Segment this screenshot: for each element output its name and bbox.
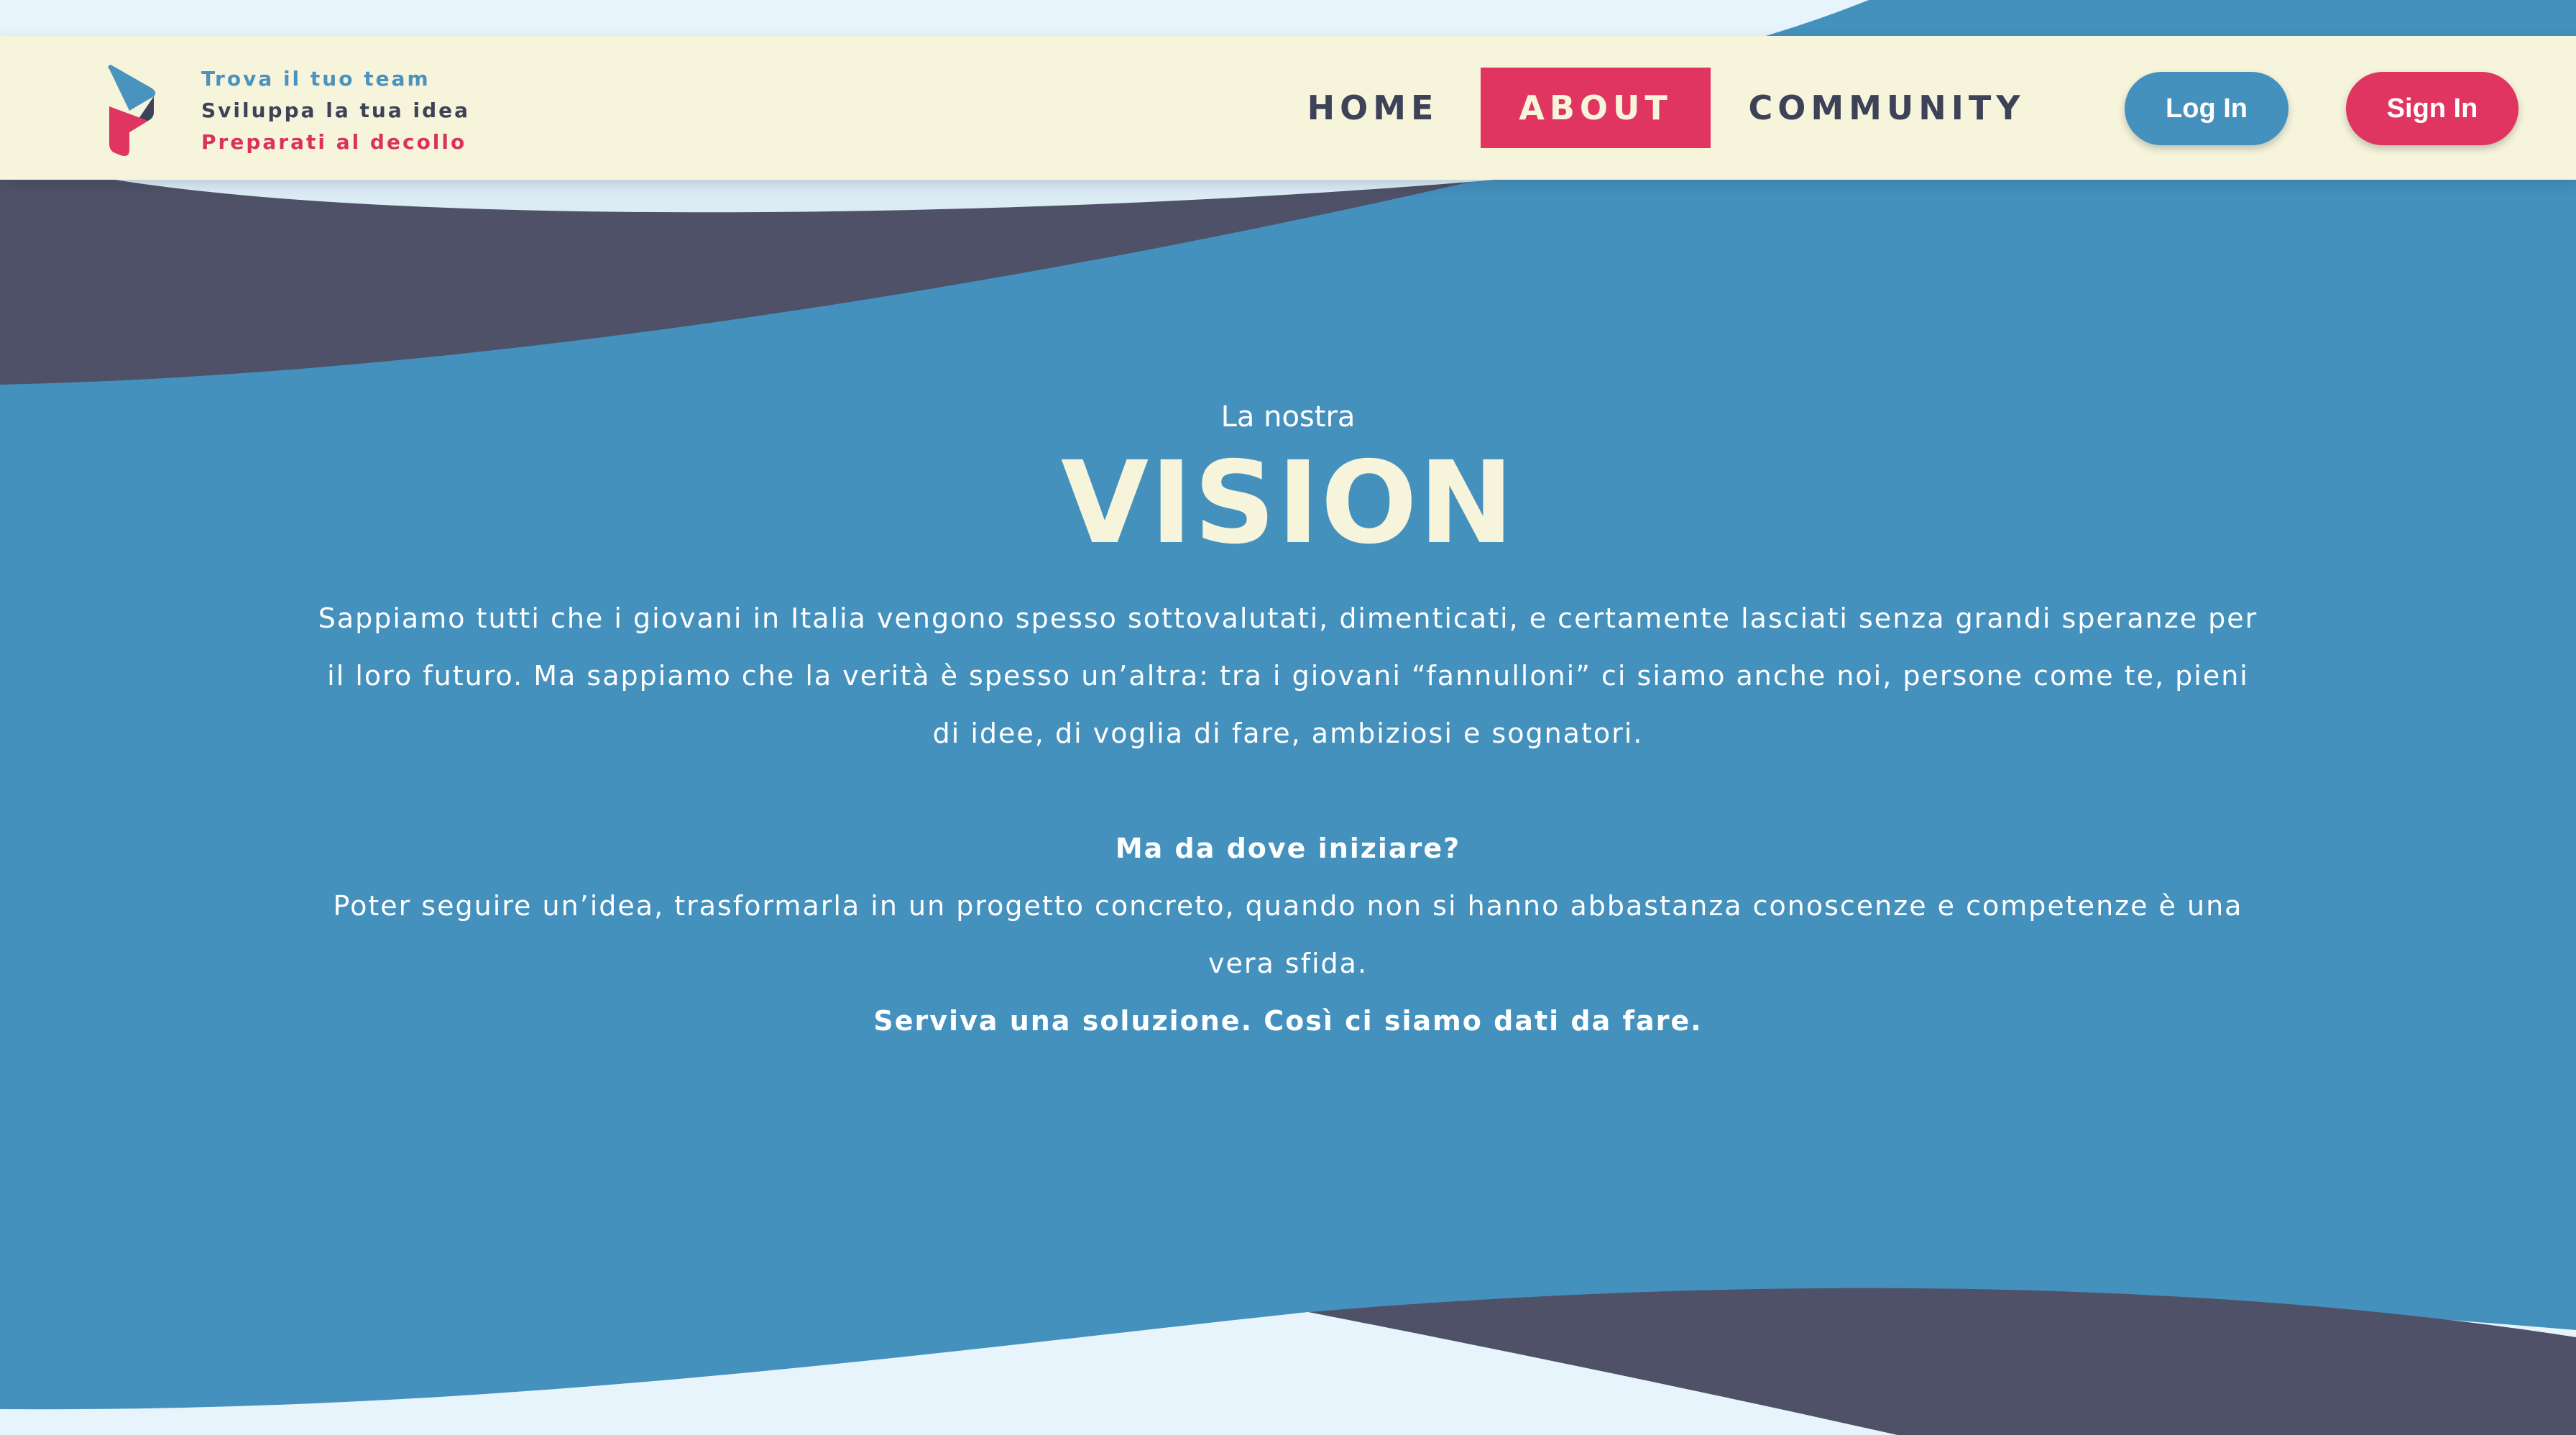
- vision-title: VISION: [1060, 437, 1516, 569]
- top-navbar: Trova il tuo team Sviluppa la tua idea P…: [0, 36, 2576, 180]
- nav-about[interactable]: ABOUT: [1481, 68, 1711, 148]
- tagline-team: Trova il tuo team: [201, 67, 431, 91]
- about-page: Trova il tuo team Sviluppa la tua idea P…: [0, 0, 2576, 1435]
- vision-section: La nostra VISION Sappiamo tutti che i gi…: [316, 388, 2260, 1050]
- signin-button[interactable]: Sign In: [2346, 72, 2518, 145]
- login-button[interactable]: Log In: [2125, 72, 2288, 145]
- tagline-launch: Preparati al decollo: [201, 130, 467, 154]
- nav-community[interactable]: COMMUNITY: [1739, 68, 2034, 148]
- vision-paragraph-1: Sappiamo tutti che i giovani in Italia v…: [318, 602, 2258, 749]
- logo-taglines: Trova il tuo team Sviluppa la tua idea P…: [201, 63, 470, 158]
- vision-closing: Serviva una soluzione. Così ci siamo dat…: [873, 1005, 1703, 1037]
- vision-question: Ma da dove iniziare?: [1115, 833, 1461, 864]
- vision-paragraph-2: Poter seguire un’idea, trasformarla in u…: [333, 890, 2243, 979]
- nav-home[interactable]: HOME: [1294, 68, 1452, 148]
- logo-icon[interactable]: [101, 63, 165, 157]
- tagline-idea: Sviluppa la tua idea: [201, 98, 471, 122]
